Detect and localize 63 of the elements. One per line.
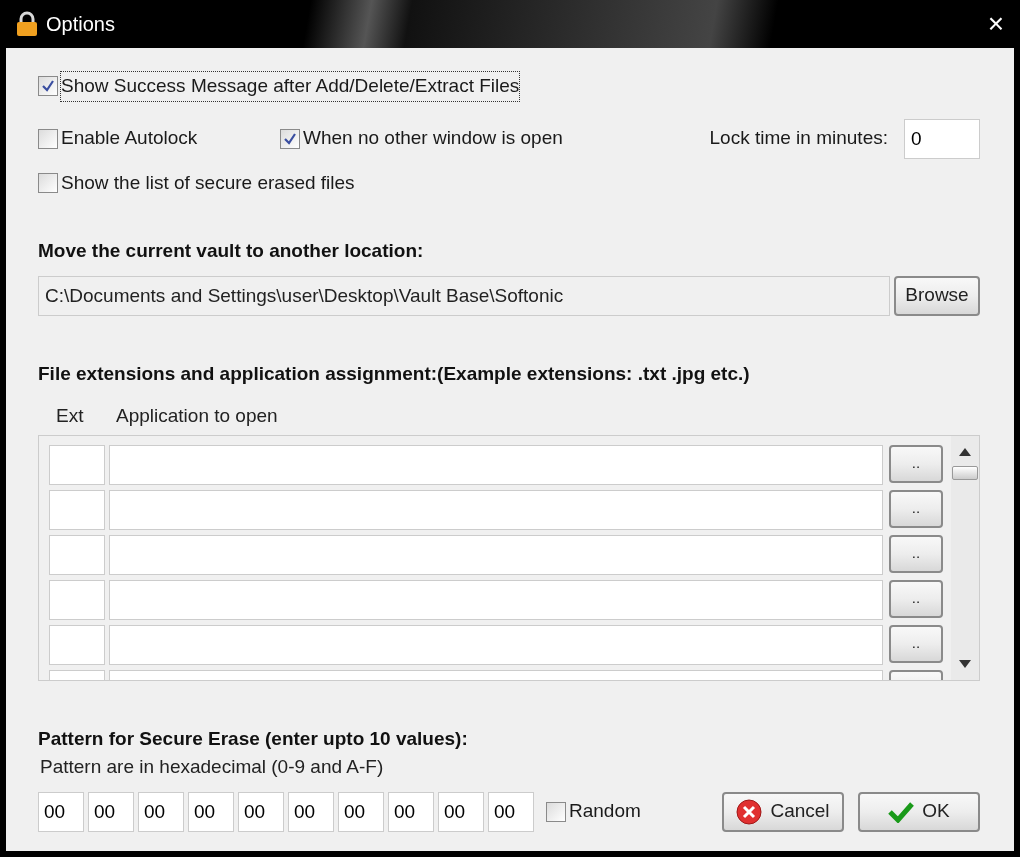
browse-button[interactable]: Browse bbox=[894, 275, 980, 316]
pattern-field[interactable]: 00 bbox=[138, 791, 184, 832]
scrollbar-thumb[interactable] bbox=[952, 465, 978, 480]
checkbox-box[interactable] bbox=[38, 128, 58, 149]
lock-time-label: Lock time in minutes: bbox=[709, 126, 888, 151]
pattern-field[interactable]: 00 bbox=[38, 791, 84, 832]
pattern-field[interactable]: 00 bbox=[438, 791, 484, 832]
checkbox-box[interactable] bbox=[546, 801, 566, 822]
browse-button[interactable]: .. bbox=[889, 444, 943, 483]
down-arrow-icon[interactable] bbox=[959, 659, 971, 668]
application-field[interactable] bbox=[109, 489, 883, 530]
vault-path-field[interactable]: C:\Documents and Settings\user\Desktop\Vault Base\Softonic bbox=[38, 275, 890, 316]
checkbox[interactable]: Show Success Message after Add/Delete/Extract Files bbox=[38, 72, 982, 101]
application-field[interactable] bbox=[109, 579, 883, 620]
checkbox-box[interactable] bbox=[38, 76, 58, 97]
extension-field[interactable] bbox=[49, 489, 105, 530]
application-field[interactable] bbox=[109, 444, 883, 485]
pattern-field[interactable]: 00 bbox=[288, 791, 334, 832]
pattern-field[interactable]: 00 bbox=[188, 791, 234, 832]
checkmark-icon bbox=[41, 79, 55, 94]
pattern-field[interactable]: 00 bbox=[488, 791, 534, 832]
section-heading: Pattern for Secure Erase (enter upto 10 values): bbox=[38, 726, 469, 751]
pattern-field[interactable]: 00 bbox=[388, 791, 434, 832]
pattern-hint: Pattern are in hexadecimal (0-9 and A-F) bbox=[40, 755, 385, 779]
checkbox-box[interactable] bbox=[38, 172, 58, 193]
cancel-icon bbox=[736, 798, 763, 825]
up-arrow-icon[interactable] bbox=[959, 447, 971, 456]
section-heading: File extensions and application assignment:(Example extensions: .txt .jpg etc.) bbox=[38, 361, 751, 386]
extension-field[interactable] bbox=[49, 534, 105, 575]
cancel-button[interactable]: Cancel bbox=[722, 791, 844, 832]
extension-field[interactable] bbox=[49, 444, 105, 485]
section-heading: Move the current vault to another location: bbox=[38, 239, 425, 263]
close-button[interactable]: × bbox=[987, 10, 1004, 38]
checkbox[interactable]: Show the list of secure erased files bbox=[38, 168, 982, 197]
lock-time-field[interactable]: 0 bbox=[904, 118, 980, 159]
padlock-icon bbox=[16, 11, 38, 37]
browse-button[interactable]: .. bbox=[889, 579, 943, 618]
window-title: Options bbox=[46, 12, 115, 37]
extension-field[interactable] bbox=[49, 624, 105, 665]
column-header: Ext bbox=[55, 404, 85, 428]
application-field[interactable] bbox=[109, 624, 883, 665]
pattern-field[interactable]: 00 bbox=[88, 791, 134, 832]
checkbox[interactable]: Enable Autolock bbox=[38, 124, 280, 153]
ok-button[interactable]: OK bbox=[858, 791, 980, 832]
checkbox-label: Show the list of secure erased files bbox=[61, 170, 355, 195]
column-header: Application to open bbox=[116, 404, 278, 428]
checkbox[interactable]: Random bbox=[546, 797, 641, 826]
checkbox[interactable]: When no other window is open bbox=[280, 124, 563, 153]
application-field[interactable] bbox=[109, 534, 883, 575]
pattern-field[interactable]: 00 bbox=[338, 791, 384, 832]
scrollbar[interactable] bbox=[951, 435, 979, 680]
checkbox-box[interactable] bbox=[280, 128, 300, 149]
checkbox-label: Enable Autolock bbox=[61, 126, 198, 151]
pattern-field[interactable]: 00 bbox=[238, 791, 284, 832]
checkbox-label: Show Success Message after Add/Delete/Extract Files bbox=[61, 72, 520, 101]
browse-button[interactable]: .. bbox=[889, 624, 943, 663]
checkmark-icon bbox=[888, 800, 915, 823]
extension-field[interactable] bbox=[49, 579, 105, 620]
browse-button[interactable]: .. bbox=[889, 489, 943, 528]
checkbox-label: Random bbox=[569, 799, 641, 824]
browse-button[interactable]: .. bbox=[889, 534, 943, 573]
checkmark-icon bbox=[283, 131, 297, 146]
checkbox-label: When no other window is open bbox=[303, 126, 563, 151]
